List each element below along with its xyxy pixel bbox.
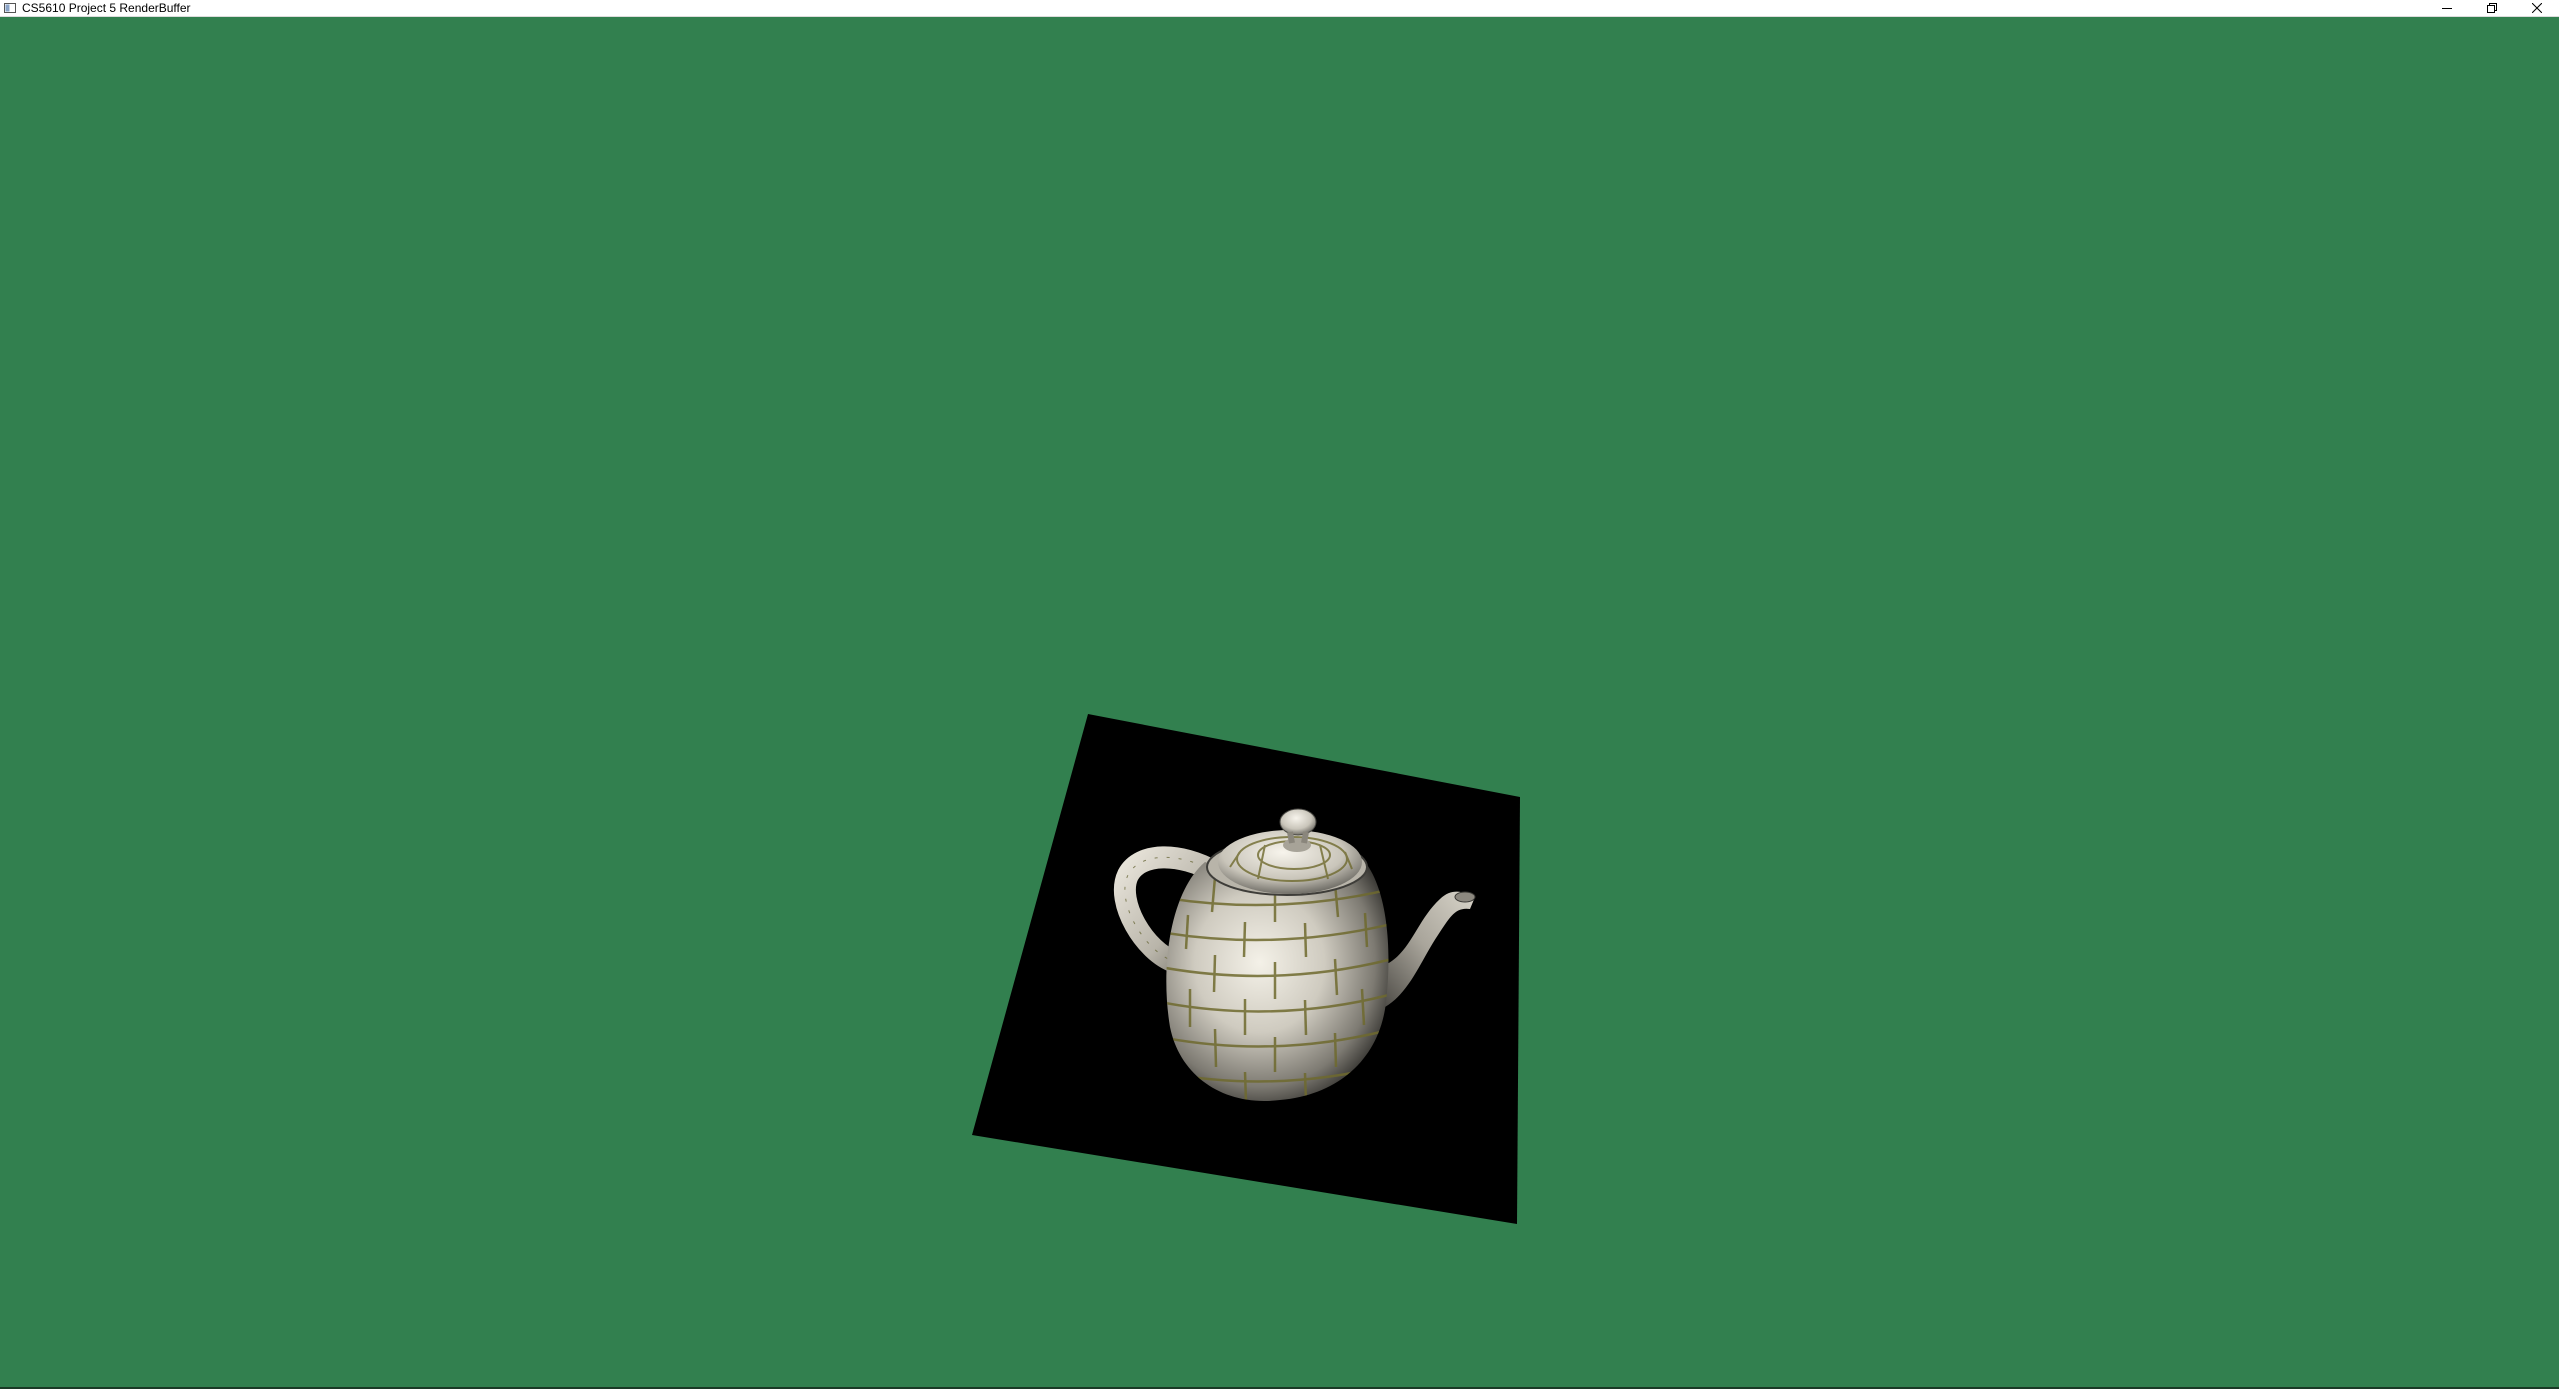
- restore-button[interactable]: [2469, 0, 2514, 16]
- close-icon: [2531, 3, 2542, 13]
- window-title: CS5610 Project 5 RenderBuffer: [22, 1, 191, 15]
- window-controls: [2424, 0, 2559, 16]
- app-icon: [3, 3, 16, 14]
- minimize-icon: [2441, 8, 2452, 9]
- app-window: CS5610 Project 5 RenderBuffer: [0, 0, 2559, 1389]
- close-button[interactable]: [2514, 0, 2559, 16]
- restore-icon: [2486, 3, 2497, 13]
- minimize-button[interactable]: [2424, 0, 2469, 16]
- render-scene: [972, 714, 1520, 1224]
- render-viewport[interactable]: [0, 17, 2559, 1387]
- title-bar[interactable]: CS5610 Project 5 RenderBuffer: [0, 0, 2559, 17]
